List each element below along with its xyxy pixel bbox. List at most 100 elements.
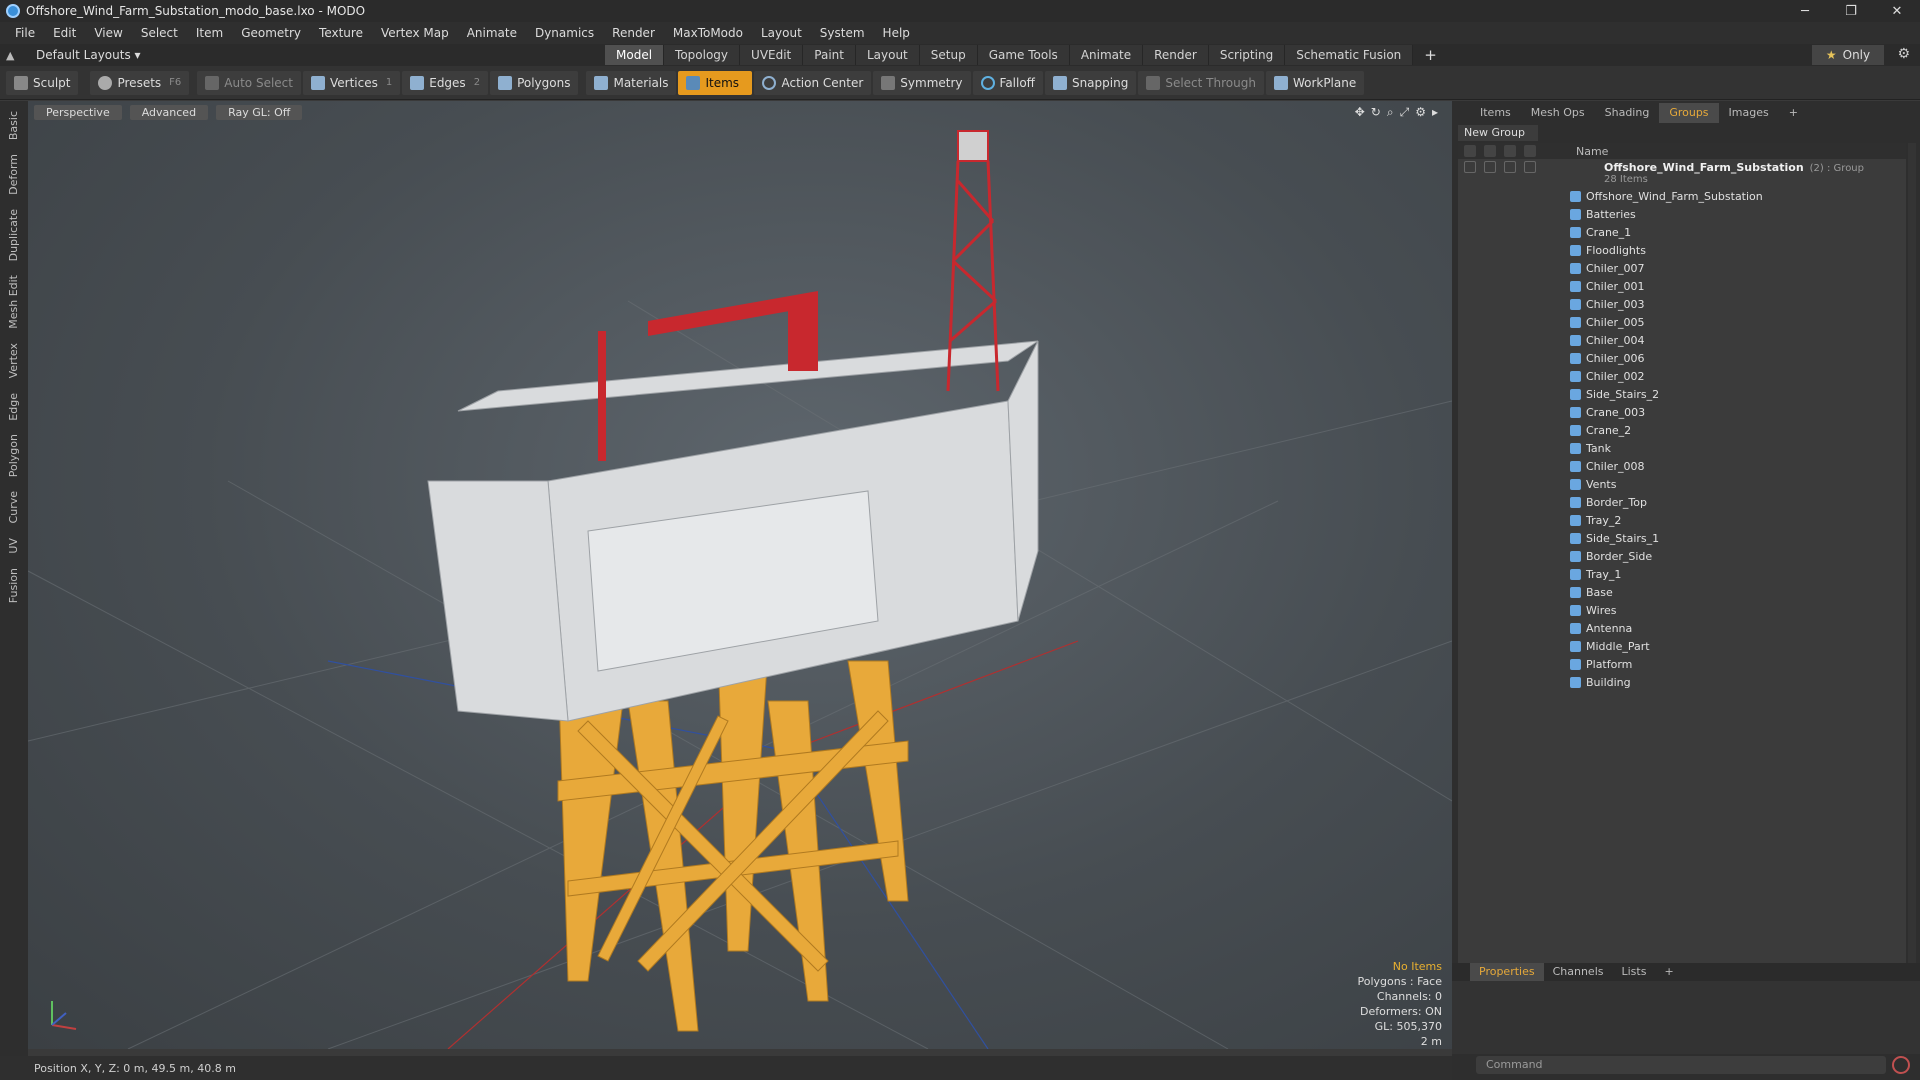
left-tab-polygon[interactable]: Polygon: [7, 430, 20, 481]
tab-schematic-fusion[interactable]: Schematic Fusion: [1285, 45, 1414, 65]
new-group-button[interactable]: New Group: [1458, 125, 1538, 141]
menu-render[interactable]: Render: [603, 26, 664, 40]
lock-icon[interactable]: [1484, 161, 1496, 173]
items-button[interactable]: Items: [678, 70, 753, 95]
group-child-row[interactable]: Crane_2: [1458, 421, 1906, 439]
command-record-icon[interactable]: [1892, 1056, 1910, 1074]
group-child-row[interactable]: Antenna: [1458, 619, 1906, 637]
group-child-row[interactable]: Batteries: [1458, 205, 1906, 223]
tab-images[interactable]: Images: [1719, 103, 1779, 123]
group-child-row[interactable]: Floodlights: [1458, 241, 1906, 259]
visibility-col-icon[interactable]: [1464, 145, 1476, 157]
only-toggle[interactable]: ★ Only: [1812, 45, 1884, 65]
tab-setup[interactable]: Setup: [919, 45, 978, 65]
group-child-row[interactable]: Offshore_Wind_Farm_Substation: [1458, 187, 1906, 205]
viewport-menu-icon[interactable]: ▸: [1432, 105, 1438, 120]
menu-help[interactable]: Help: [874, 26, 919, 40]
group-child-row[interactable]: Wires: [1458, 601, 1906, 619]
tab-render[interactable]: Render: [1143, 45, 1209, 65]
group-child-row[interactable]: Chiler_004: [1458, 331, 1906, 349]
group-child-row[interactable]: Chiler_002: [1458, 367, 1906, 385]
maximize-button[interactable]: ❐: [1828, 0, 1874, 22]
sculpt-button[interactable]: Sculpt: [6, 70, 79, 95]
group-child-row[interactable]: Side_Stairs_1: [1458, 529, 1906, 547]
tab-paint[interactable]: Paint: [803, 45, 856, 65]
left-tab-duplicate[interactable]: Duplicate: [7, 205, 20, 265]
menu-view[interactable]: View: [85, 26, 131, 40]
group-row[interactable]: Offshore_Wind_Farm_Substation (2) : Group…: [1458, 159, 1906, 187]
select-through-button[interactable]: Select Through: [1138, 70, 1264, 95]
menu-dynamics[interactable]: Dynamics: [526, 26, 603, 40]
left-tab-curve[interactable]: Curve: [7, 487, 20, 527]
view-mode-button[interactable]: Perspective: [34, 105, 122, 120]
falloff-button[interactable]: Falloff: [972, 70, 1043, 95]
menu-geometry[interactable]: Geometry: [232, 26, 310, 40]
group-child-row[interactable]: Platform: [1458, 655, 1906, 673]
edges-button[interactable]: Edges 2: [402, 70, 489, 95]
group-child-row[interactable]: Chiler_008: [1458, 457, 1906, 475]
menu-animate[interactable]: Animate: [458, 26, 526, 40]
lock-col-icon[interactable]: [1484, 145, 1496, 157]
group-child-row[interactable]: Tray_2: [1458, 511, 1906, 529]
select-col-icon[interactable]: [1524, 145, 1536, 157]
tab-topology[interactable]: Topology: [664, 45, 741, 65]
action-center-button[interactable]: Action Center: [754, 70, 872, 95]
workplane-button[interactable]: WorkPlane: [1265, 70, 1365, 95]
group-child-row[interactable]: Middle_Part: [1458, 637, 1906, 655]
group-child-row[interactable]: Chiler_006: [1458, 349, 1906, 367]
vertices-button[interactable]: Vertices 1: [302, 70, 401, 95]
group-child-row[interactable]: Tank: [1458, 439, 1906, 457]
tab-shading[interactable]: Shading: [1595, 103, 1660, 123]
render-icon[interactable]: [1504, 161, 1516, 173]
tab-lists[interactable]: Lists: [1613, 963, 1656, 981]
materials-button[interactable]: Materials: [586, 70, 677, 95]
menu-select[interactable]: Select: [132, 26, 187, 40]
group-child-row[interactable]: Chiler_007: [1458, 259, 1906, 277]
command-input[interactable]: Command: [1476, 1056, 1886, 1074]
menu-system[interactable]: System: [811, 26, 874, 40]
group-child-row[interactable]: Vents: [1458, 475, 1906, 493]
zoom-icon[interactable]: ⌕: [1387, 105, 1394, 120]
left-tab-basic[interactable]: Basic: [7, 107, 20, 144]
tab-layout[interactable]: Layout: [855, 45, 920, 65]
add-tab-button[interactable]: +: [1413, 45, 1448, 65]
pan-icon[interactable]: ✥: [1355, 105, 1365, 120]
name-column-header[interactable]: Name: [1576, 145, 1608, 158]
left-tab-uv[interactable]: UV: [7, 534, 20, 558]
add-panel-tab-button[interactable]: +: [1779, 103, 1808, 123]
raygl-toggle[interactable]: Ray GL: Off: [216, 105, 303, 120]
tab-uvedit[interactable]: UVEdit: [740, 45, 804, 65]
left-tab-mesh-edit[interactable]: Mesh Edit: [7, 271, 20, 333]
menu-texture[interactable]: Texture: [310, 26, 372, 40]
select-icon[interactable]: [1524, 161, 1536, 173]
left-tab-fusion[interactable]: Fusion: [7, 564, 20, 607]
auto-select-button[interactable]: Auto Select: [197, 70, 301, 95]
tab-channels[interactable]: Channels: [1544, 963, 1613, 981]
left-tab-vertex[interactable]: Vertex: [7, 339, 20, 382]
left-tab-deform[interactable]: Deform: [7, 150, 20, 199]
menu-item[interactable]: Item: [187, 26, 232, 40]
group-child-row[interactable]: Base: [1458, 583, 1906, 601]
menu-layout[interactable]: Layout: [752, 26, 811, 40]
menu-vertex-map[interactable]: Vertex Map: [372, 26, 458, 40]
group-child-row[interactable]: Border_Side: [1458, 547, 1906, 565]
menu-maxtomodo[interactable]: MaxToModo: [664, 26, 752, 40]
tab-mesh-ops[interactable]: Mesh Ops: [1521, 103, 1595, 123]
group-child-row[interactable]: Border_Top: [1458, 493, 1906, 511]
group-child-row[interactable]: Crane_1: [1458, 223, 1906, 241]
close-button[interactable]: ✕: [1874, 0, 1920, 22]
group-child-row[interactable]: Crane_003: [1458, 403, 1906, 421]
layout-selector[interactable]: Default Layouts ▾: [36, 48, 141, 62]
render-col-icon[interactable]: [1504, 145, 1516, 157]
menu-file[interactable]: File: [6, 26, 44, 40]
gear-icon[interactable]: ⚙: [1897, 46, 1910, 62]
group-child-row[interactable]: Chiler_001: [1458, 277, 1906, 295]
minimize-button[interactable]: ─: [1782, 0, 1828, 22]
layout-collapse-icon[interactable]: ▲: [6, 49, 22, 62]
group-child-row[interactable]: Chiler_003: [1458, 295, 1906, 313]
group-child-row[interactable]: Tray_1: [1458, 565, 1906, 583]
presets-button[interactable]: Presets F6: [90, 70, 190, 95]
group-child-row[interactable]: Chiler_005: [1458, 313, 1906, 331]
polygons-button[interactable]: Polygons: [490, 70, 579, 95]
group-child-row[interactable]: Building: [1458, 673, 1906, 691]
